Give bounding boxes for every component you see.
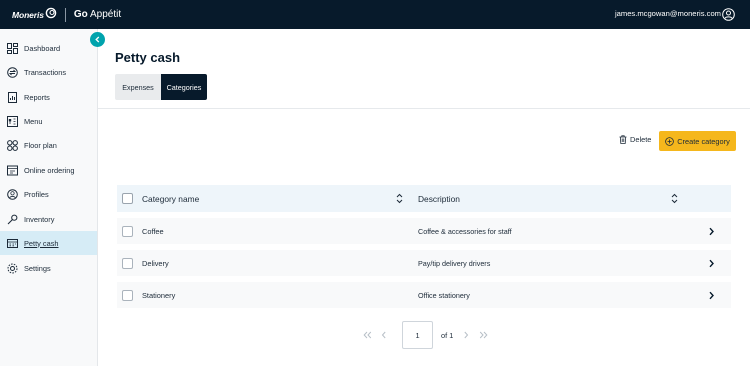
column-header-description[interactable]: Description: [418, 194, 460, 204]
table-row[interactable]: Stationery Office stationery: [117, 282, 731, 308]
tab-categories[interactable]: Categories: [161, 74, 207, 100]
sidebar-item-inventory[interactable]: Inventory: [0, 207, 97, 231]
page-count: of 1: [441, 330, 454, 340]
sidebar-item-reports[interactable]: Reports: [0, 85, 97, 109]
row-checkbox[interactable]: [122, 257, 133, 269]
sidebar-item-label: Petty cash: [24, 238, 59, 248]
reports-icon: [8, 91, 17, 103]
first-page-icon[interactable]: [362, 330, 372, 340]
sidebar-item-label: Settings: [24, 263, 51, 273]
product-name: Go Appétit: [73, 9, 122, 20]
sidebar-item-label: Reports: [24, 92, 50, 102]
tab-expenses[interactable]: Expenses: [115, 74, 161, 100]
menu-icon: [7, 115, 18, 127]
table-header: Category name Description: [117, 185, 731, 212]
sidebar-item-label: Profiles: [24, 189, 49, 199]
trash-icon: [619, 135, 627, 144]
table-row[interactable]: Coffee Coffee & accessories for staff: [117, 218, 731, 244]
description-cell: Pay/tip delivery drivers: [418, 258, 491, 268]
top-bar: Moneris Go Appétit james.mcgowan@moneris…: [0, 0, 750, 29]
description-cell: Coffee & accessories for staff: [418, 226, 512, 236]
sidebar-item-petty-cash[interactable]: Petty cash: [0, 231, 97, 255]
floor-plan-icon: [7, 139, 18, 151]
moneris-logo-icon: [45, 7, 57, 18]
category-name-cell: Coffee: [142, 226, 164, 236]
sort-icon[interactable]: [396, 193, 403, 204]
collapse-sidebar-button[interactable]: [90, 32, 105, 47]
online-ordering-icon: [7, 165, 18, 175]
row-checkbox[interactable]: [122, 225, 133, 237]
divider: [98, 108, 750, 109]
sidebar-item-transactions[interactable]: Transactions: [0, 60, 97, 84]
description-cell: Office stationery: [418, 290, 470, 300]
create-category-label: Create category: [677, 136, 730, 146]
transactions-icon: [7, 66, 18, 78]
sidebar-item-profiles[interactable]: Profiles: [0, 182, 97, 206]
chevron-right-icon[interactable]: [708, 259, 715, 268]
plus-circle-icon: [665, 136, 675, 146]
sidebar-item-menu[interactable]: Menu: [0, 109, 97, 133]
page-number-input[interactable]: 1: [402, 321, 433, 349]
profiles-icon: [7, 188, 18, 200]
sidebar-item-label: Inventory: [24, 214, 55, 224]
tab-bar: Expenses Categories: [115, 74, 207, 100]
last-page-icon[interactable]: [478, 330, 488, 340]
select-all-checkbox[interactable]: [122, 193, 133, 204]
sidebar-item-label: Dashboard: [24, 43, 61, 53]
category-name-cell: Delivery: [142, 258, 169, 268]
petty-cash-icon: [7, 238, 18, 248]
chevron-right-icon[interactable]: [708, 291, 715, 300]
settings-icon: [7, 263, 18, 273]
brand[interactable]: Moneris Go Appétit: [12, 7, 122, 22]
brand-divider: [64, 7, 66, 22]
chevron-right-icon[interactable]: [708, 227, 715, 236]
delete-button[interactable]: Delete: [619, 135, 651, 144]
sort-icon[interactable]: [671, 193, 678, 204]
inventory-icon: [7, 214, 18, 224]
sidebar-item-online-ordering[interactable]: Online ordering: [0, 158, 97, 182]
create-category-button[interactable]: Create category: [659, 131, 736, 151]
sidebar-item-label: Menu: [24, 116, 43, 126]
table-row[interactable]: Delivery Pay/tip delivery drivers: [117, 250, 731, 276]
sidebar: Dashboard Transactions Reports Menu Floo…: [0, 29, 98, 366]
user-account-icon[interactable]: [722, 8, 735, 21]
next-page-icon[interactable]: [461, 330, 471, 340]
user-email[interactable]: james.mcgowan@moneris.com: [615, 9, 721, 18]
category-name-cell: Stationery: [142, 290, 176, 300]
row-checkbox[interactable]: [122, 289, 133, 301]
column-header-category-name[interactable]: Category name: [142, 194, 199, 204]
previous-page-icon[interactable]: [379, 330, 389, 340]
sidebar-item-label: Online ordering: [24, 165, 75, 175]
sidebar-item-settings[interactable]: Settings: [0, 256, 97, 280]
page-title: Petty cash: [115, 50, 181, 65]
sidebar-item-floor-plan[interactable]: Floor plan: [0, 133, 97, 157]
moneris-logo: Moneris: [12, 9, 44, 20]
chevron-left-icon: [95, 36, 100, 43]
delete-label: Delete: [630, 135, 652, 144]
sidebar-item-label: Floor plan: [24, 140, 57, 150]
sidebar-item-label: Transactions: [24, 67, 67, 77]
dashboard-icon: [7, 42, 18, 54]
sidebar-item-dashboard[interactable]: Dashboard: [0, 36, 97, 60]
